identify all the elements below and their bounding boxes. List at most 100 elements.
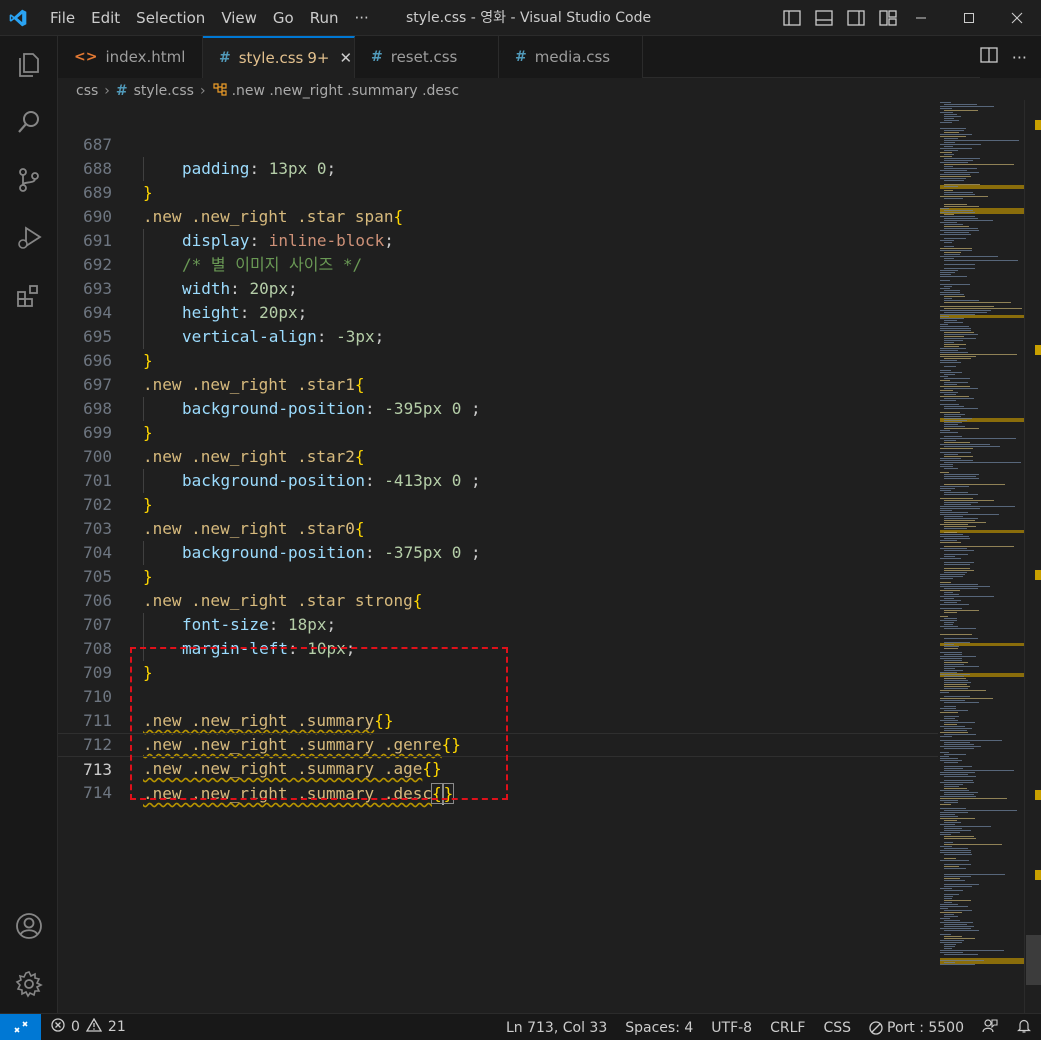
minimap-line bbox=[944, 516, 963, 517]
minimap-line bbox=[944, 366, 956, 367]
minimap-line bbox=[940, 326, 969, 327]
code-line[interactable]: 701 } bbox=[58, 445, 938, 514]
minimap-line bbox=[944, 830, 971, 831]
menu-view[interactable]: View bbox=[213, 0, 265, 36]
menu-go[interactable]: Go bbox=[265, 0, 302, 36]
minimap-line bbox=[940, 112, 953, 113]
minimap-line bbox=[940, 170, 967, 171]
search-icon[interactable] bbox=[0, 98, 58, 146]
minimap-line bbox=[944, 686, 970, 687]
source-control-icon[interactable] bbox=[0, 156, 58, 204]
remote-window-icon[interactable] bbox=[0, 1013, 41, 1040]
minimap-line bbox=[940, 760, 962, 761]
code-line[interactable]: 694 vertical-align: -3px; bbox=[58, 277, 938, 349]
tab-index-html[interactable]: <> index.html bbox=[58, 36, 203, 78]
minimap-line bbox=[940, 576, 963, 577]
language-mode[interactable]: CSS bbox=[814, 1020, 860, 1036]
tab-reset-css[interactable]: # reset.css bbox=[355, 36, 499, 78]
menu-run[interactable]: Run bbox=[302, 0, 347, 36]
vertical-scrollbar[interactable] bbox=[1024, 100, 1041, 1013]
code-line[interactable]: 690 display: inline-block; bbox=[58, 181, 938, 253]
cursor-position[interactable]: Ln 713, Col 33 bbox=[497, 1020, 616, 1036]
minimap-line bbox=[944, 146, 953, 147]
code-line[interactable]: 699 .new .new_right .star2{ bbox=[58, 397, 938, 466]
minimap-line bbox=[944, 418, 972, 419]
code-line[interactable]: 696 .new .new_right .star1{ bbox=[58, 325, 938, 394]
menu-edit[interactable]: Edit bbox=[83, 0, 128, 36]
minimap-line bbox=[940, 912, 962, 913]
breadcrumb-file[interactable]: style.css bbox=[134, 83, 194, 99]
minimap[interactable] bbox=[938, 100, 1028, 1013]
code-line[interactable]: 708 } bbox=[58, 613, 938, 682]
minimap-line bbox=[944, 884, 979, 885]
minimap-line bbox=[940, 466, 953, 467]
minimap-line bbox=[940, 354, 1017, 355]
problems-indicator[interactable]: 0 21 bbox=[51, 1017, 126, 1036]
code-line[interactable]: 689 .new .new_right .star span{ bbox=[58, 157, 938, 226]
toggle-primary-sidebar-icon[interactable] bbox=[782, 8, 802, 28]
live-server-port[interactable]: Port : 5500 bbox=[860, 1020, 973, 1036]
code-line[interactable]: 700 background-position: -413px 0 ; bbox=[58, 421, 938, 493]
line-ending-setting[interactable]: CRLF bbox=[761, 1020, 814, 1036]
minimap-line bbox=[944, 948, 952, 949]
close-window-icon[interactable] bbox=[993, 0, 1041, 36]
code-line[interactable]: 705 .new .new_right .star strong{ bbox=[58, 541, 938, 610]
code-line[interactable]: 695 } bbox=[58, 301, 938, 370]
menu-file[interactable]: File bbox=[42, 0, 83, 36]
scrollbar-thumb[interactable] bbox=[1026, 935, 1041, 985]
code-line[interactable]: 691 /* 별 이미지 사이즈 */ bbox=[58, 205, 938, 277]
code-line[interactable]: 707 margin-left: 10px; bbox=[58, 589, 938, 661]
toggle-secondary-sidebar-icon[interactable] bbox=[846, 8, 866, 28]
menu-more[interactable]: ··· bbox=[347, 0, 377, 36]
minimap-line bbox=[940, 324, 948, 325]
minimize-icon[interactable] bbox=[897, 0, 945, 36]
accounts-icon[interactable] bbox=[0, 902, 58, 950]
customize-layout-icon[interactable] bbox=[878, 8, 898, 28]
settings-gear-icon[interactable] bbox=[0, 960, 58, 1008]
minimap-line bbox=[944, 502, 978, 503]
code-line[interactable]: 693 height: 20px; bbox=[58, 253, 938, 325]
encoding-setting[interactable]: UTF-8 bbox=[702, 1020, 761, 1036]
minimap-line bbox=[944, 900, 971, 901]
minimap-line bbox=[944, 120, 959, 121]
explorer-icon[interactable] bbox=[0, 40, 58, 88]
notifications-bell-icon[interactable] bbox=[1007, 1018, 1041, 1038]
minimap-line bbox=[940, 692, 949, 693]
code-line[interactable]: 706 font-size: 18px; bbox=[58, 565, 938, 637]
minimap-line bbox=[944, 896, 953, 897]
minimap-line bbox=[944, 300, 979, 301]
code-line[interactable]: 702 .new .new_right .star0{ bbox=[58, 469, 938, 538]
breadcrumb-symbol[interactable]: .new .new_right .summary .desc bbox=[232, 83, 459, 99]
code-line[interactable]: 697 background-position: -395px 0 ; bbox=[58, 349, 938, 421]
code-line[interactable]: 688 } bbox=[58, 133, 938, 202]
extensions-icon[interactable] bbox=[0, 272, 58, 320]
indentation-setting[interactable]: Spaces: 4 bbox=[616, 1020, 702, 1036]
maximize-icon[interactable] bbox=[945, 0, 993, 36]
code-line[interactable]: 692 width: 20px; bbox=[58, 229, 938, 301]
minimap-line bbox=[940, 888, 952, 889]
feedback-icon[interactable] bbox=[973, 1018, 1007, 1038]
minimap-line bbox=[940, 208, 949, 209]
code-line[interactable]: 698 } bbox=[58, 373, 938, 442]
minimap-line bbox=[940, 542, 961, 543]
breadcrumb-folder[interactable]: css bbox=[76, 83, 98, 99]
minimap-line bbox=[940, 506, 1015, 507]
minimap-line bbox=[944, 476, 976, 477]
code-line[interactable]: 704 } bbox=[58, 517, 938, 586]
minimap-line bbox=[940, 600, 961, 601]
minimap-line bbox=[940, 276, 967, 277]
toggle-panel-icon[interactable] bbox=[814, 8, 834, 28]
tab-style-css[interactable]: # style.css 9+ ✕ bbox=[203, 36, 355, 78]
tab-media-css[interactable]: # media.css bbox=[499, 36, 643, 78]
more-actions-icon[interactable]: ··· bbox=[1012, 48, 1027, 67]
code-editor[interactable]: 687 padding: 13px 0; 688 } 689 .new .new… bbox=[58, 104, 938, 1013]
minimap-line bbox=[940, 458, 961, 459]
menu-selection[interactable]: Selection bbox=[128, 0, 213, 36]
close-tab-icon[interactable]: ✕ bbox=[339, 49, 352, 67]
tab-label: media.css bbox=[534, 48, 611, 66]
code-line[interactable]: 687 padding: 13px 0; bbox=[58, 109, 938, 181]
split-editor-icon[interactable] bbox=[980, 47, 998, 67]
minimap-line bbox=[944, 644, 954, 645]
code-line[interactable]: 703 background-position: -375px 0 ; bbox=[58, 493, 938, 565]
run-and-debug-icon[interactable] bbox=[0, 214, 58, 262]
